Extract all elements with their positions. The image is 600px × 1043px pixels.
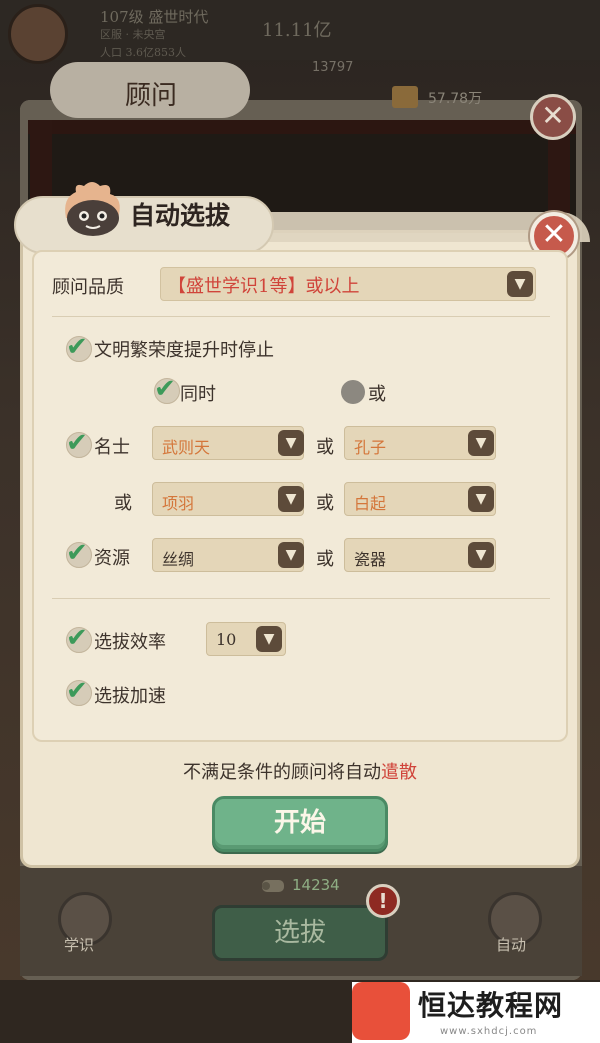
checkmark-icon: ✔ — [66, 428, 88, 458]
celebrity-label: 名士 — [94, 437, 130, 458]
player-level-name: 107级 盛世时代 — [100, 8, 209, 26]
advisor-close-button[interactable]: ✕ — [530, 94, 576, 140]
speedup-label: 选拔加速 — [94, 686, 166, 707]
chevron-down-icon[interactable]: ▼ — [278, 486, 304, 512]
player-avatar[interactable] — [8, 4, 68, 64]
divider — [52, 316, 550, 317]
or-text: 或 — [316, 549, 334, 570]
resource-value: 57.78万 — [428, 91, 483, 107]
chevron-down-icon[interactable]: ▼ — [256, 626, 282, 652]
mode-or-label: 或 — [368, 384, 386, 405]
chevron-down-icon[interactable]: ▼ — [468, 486, 494, 512]
efficiency-label: 选拔效率 — [94, 632, 166, 653]
dismiss-notice: 不满足条件的顾问将自动遣散 — [0, 758, 600, 784]
resource-label: 资源 — [94, 548, 130, 569]
stop-label: 文明繁荣度提升时停止 — [94, 340, 274, 361]
player-population: 人口 3.6亿853人 — [100, 46, 186, 59]
dragon-mascot-icon — [65, 182, 120, 236]
watermark-logo — [352, 982, 410, 1040]
mode-or-radio[interactable] — [341, 380, 365, 404]
divider — [52, 598, 550, 599]
notice-highlight: 遣散 — [381, 762, 417, 783]
checkmark-icon: ✔ — [66, 538, 88, 568]
chevron-down-icon[interactable]: ▼ — [278, 430, 304, 456]
or-text: 或 — [316, 493, 334, 514]
quality-label: 顾问品质 — [52, 277, 124, 298]
select-cost: 14234 — [292, 876, 340, 894]
start-button[interactable]: 开始 — [212, 796, 388, 852]
quality-value: 【盛世学识1等】或以上 — [168, 276, 360, 297]
mode-same-label: 同时 — [180, 384, 216, 405]
notice-text: 不满足条件的顾问将自动 — [183, 762, 381, 783]
knowledge-button-label: 学识 — [64, 936, 95, 954]
celebrity-d-value: 白起 — [354, 494, 387, 513]
checkmark-icon: ✔ — [154, 374, 176, 404]
player-subtitle: 区服 · 未央宫 — [100, 28, 166, 41]
checkmark-icon: ✔ — [66, 332, 88, 362]
or-text: 或 — [316, 437, 334, 458]
chevron-down-icon[interactable]: ▼ — [468, 542, 494, 568]
or-text: 或 — [114, 493, 132, 514]
checkmark-icon: ✔ — [66, 623, 88, 653]
alert-badge: ! — [366, 884, 400, 918]
resource-b-value: 瓷器 — [354, 550, 387, 569]
auto-button-label: 自动 — [496, 936, 527, 954]
checkmark-icon: ✔ — [66, 676, 88, 706]
chevron-down-icon[interactable]: ▼ — [278, 542, 304, 568]
chevron-down-icon[interactable]: ▼ — [507, 271, 533, 297]
chevron-down-icon[interactable]: ▼ — [468, 430, 494, 456]
dialog-title: 自动选拔 — [130, 201, 231, 230]
watermark-url: www.sxhdcj.com — [440, 1026, 538, 1037]
scroll-icon — [262, 880, 284, 892]
efficiency-value: 10 — [216, 630, 237, 649]
celebrity-a-value: 武则天 — [162, 438, 211, 457]
power-value: 13797 — [312, 60, 354, 75]
coin-amount: 11.11亿 — [262, 20, 332, 41]
celebrity-b-value: 孔子 — [354, 438, 387, 457]
advisor-panel-title: 顾问 — [125, 81, 178, 111]
resource-a-value: 丝绸 — [162, 550, 195, 569]
select-button[interactable]: 选拔 — [212, 905, 388, 961]
book-icon — [392, 86, 418, 108]
celebrity-c-value: 项羽 — [162, 494, 195, 513]
watermark-text: 恒达教程网 — [418, 989, 564, 1022]
